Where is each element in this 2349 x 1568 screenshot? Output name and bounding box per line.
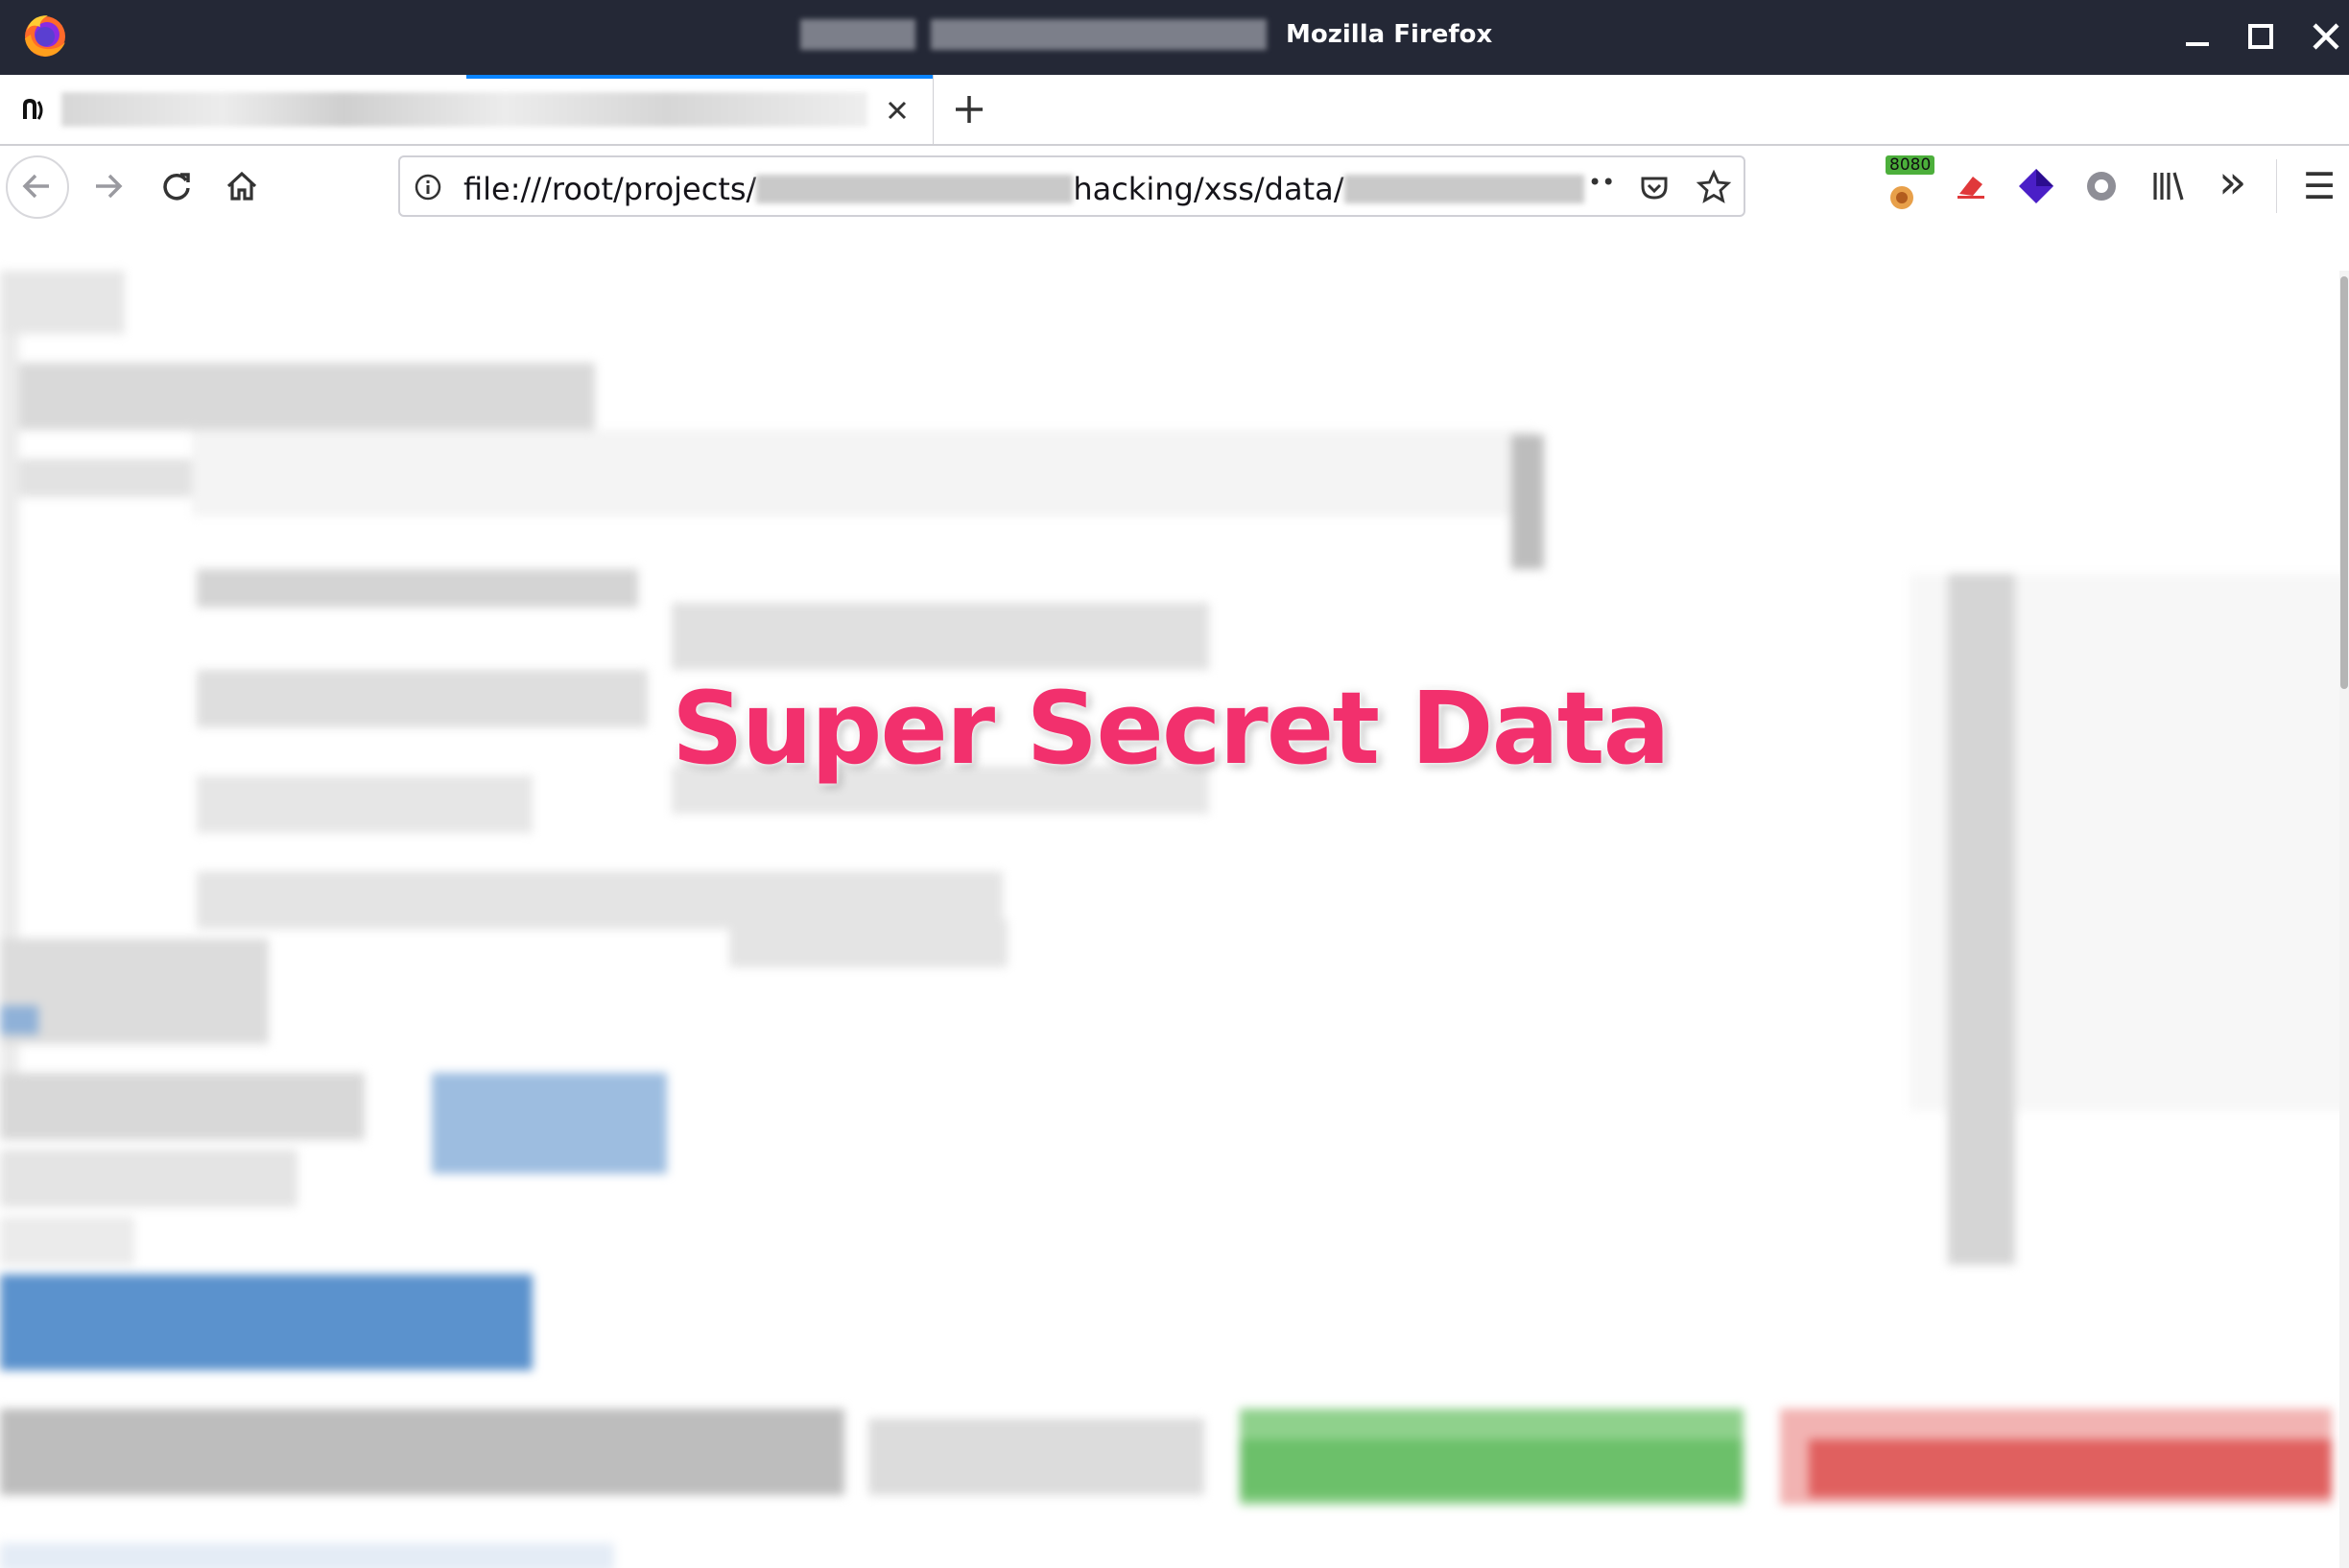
tab-strip — [0, 75, 2349, 146]
minimize-icon[interactable] — [2178, 17, 2217, 56]
overflow-menu-icon[interactable]: » — [2218, 155, 2246, 209]
url-middle: hacking/xss/data/ — [1073, 171, 1344, 207]
blurred-page-title — [931, 19, 1267, 50]
url-prefix: file:///root/projects/ — [463, 171, 757, 207]
proxy-port-badge: 8080 — [1886, 155, 1935, 175]
close-window-icon[interactable] — [2307, 17, 2345, 56]
blurred-url-part — [1343, 175, 1584, 203]
url-bar[interactable]: file:///root/projects/hacking/xss/data/ … — [398, 155, 1745, 217]
blurred-page-body — [0, 228, 2349, 1568]
forward-arrow-icon[interactable] — [83, 161, 132, 211]
proxy-extension-icon[interactable] — [1883, 175, 1921, 213]
tab-accent-line — [466, 75, 933, 79]
blurred-tab-title — [61, 92, 867, 127]
close-tab-icon[interactable] — [881, 94, 914, 127]
blurred-page-title — [800, 19, 915, 50]
new-tab-icon[interactable] — [950, 90, 988, 129]
toolbar-divider — [2276, 159, 2277, 213]
blurred-url-part — [756, 175, 1074, 203]
bookmark-star-icon[interactable] — [1696, 169, 1732, 205]
firefox-logo-icon — [25, 15, 65, 57]
reload-icon[interactable] — [152, 161, 202, 211]
info-icon[interactable] — [414, 173, 442, 202]
page-content: Super Secret Data — [0, 228, 2349, 1568]
title-bar: Mozilla Firefox — [0, 0, 2349, 75]
tab-favicon-icon — [23, 98, 43, 120]
overlay-title: Super Secret Data — [672, 670, 1671, 787]
library-icon[interactable] — [2147, 165, 2190, 207]
ublock-extension-icon[interactable] — [2082, 167, 2121, 205]
navigation-toolbar: file:///root/projects/hacking/xss/data/ … — [0, 146, 2349, 228]
back-arrow-icon[interactable] — [12, 161, 62, 211]
hamburger-menu-icon[interactable]: ☰ — [2303, 159, 2336, 213]
scrollbar-thumb[interactable] — [2340, 276, 2348, 689]
url-text[interactable]: file:///root/projects/hacking/xss/data/ — [463, 169, 1584, 207]
page-actions-icon[interactable]: •• — [1588, 169, 1615, 196]
eraser-extension-icon[interactable] — [1952, 167, 1990, 205]
home-icon[interactable] — [217, 161, 267, 211]
wappalyzer-extension-icon[interactable] — [2015, 165, 2057, 207]
active-tab[interactable] — [0, 75, 934, 144]
window-title: Mozilla Firefox — [1286, 20, 1493, 49]
pocket-icon[interactable] — [1638, 171, 1671, 203]
maximize-icon[interactable] — [2242, 17, 2280, 56]
